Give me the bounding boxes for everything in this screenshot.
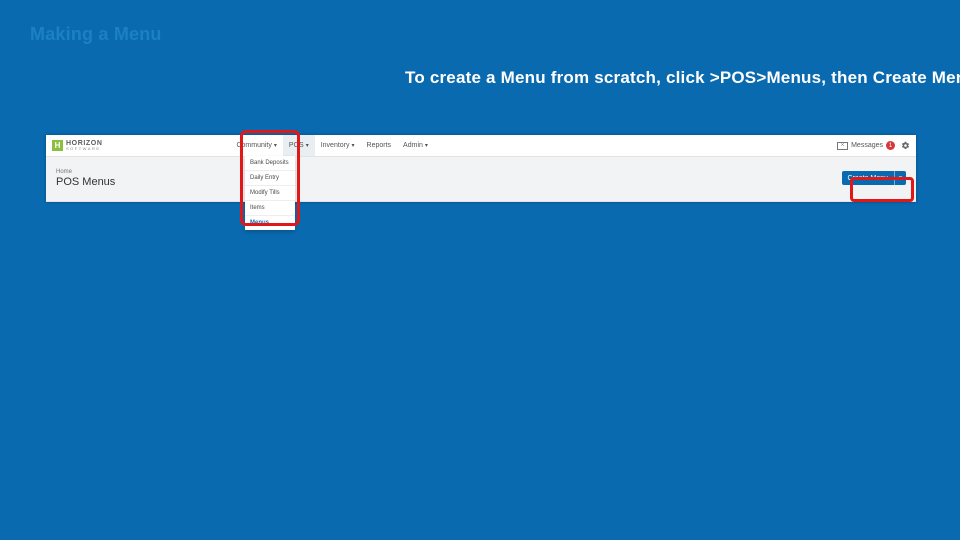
- nav-admin[interactable]: Admin ▾: [397, 135, 434, 156]
- dropdown-modify-tills[interactable]: Modify Tills: [245, 185, 295, 200]
- nav-inventory-label: Inventory: [321, 142, 350, 149]
- logo-sub: SOFTWARE: [66, 147, 102, 151]
- subheader-right: Create Menu ▾: [842, 171, 906, 185]
- nav-inventory[interactable]: Inventory ▾: [315, 135, 361, 156]
- nav-pos-label: POS: [289, 142, 304, 149]
- primary-nav: Community ▾ POS ▾ Inventory ▾ Reports Ad…: [230, 135, 433, 156]
- nav-admin-label: Admin: [403, 142, 423, 149]
- messages-badge: 1: [886, 141, 895, 150]
- create-menu-label: Create Menu: [842, 171, 894, 185]
- pos-dropdown: Bank Deposits Daily Entry Modify Tills I…: [245, 156, 295, 230]
- nav-reports-label: Reports: [367, 142, 392, 149]
- dropdown-daily-entry[interactable]: Daily Entry: [245, 170, 295, 185]
- envelope-icon: [837, 142, 848, 150]
- nav-pos[interactable]: POS ▾: [283, 135, 315, 156]
- create-menu-button[interactable]: Create Menu ▾: [842, 171, 906, 185]
- nav-community[interactable]: Community ▾: [230, 135, 282, 156]
- nav-community-label: Community: [236, 142, 271, 149]
- create-menu-dropdown-toggle[interactable]: ▾: [894, 171, 906, 185]
- dropdown-bank-deposits[interactable]: Bank Deposits: [245, 156, 295, 170]
- chevron-down-icon: ▾: [306, 142, 309, 149]
- messages-link[interactable]: Messages 1: [837, 141, 895, 150]
- brand-logo[interactable]: H HORIZON SOFTWARE: [46, 140, 110, 151]
- topbar: H HORIZON SOFTWARE Community ▾ POS ▾ Inv…: [46, 135, 916, 157]
- topbar-right: Messages 1: [837, 141, 916, 150]
- nav-reports[interactable]: Reports: [361, 135, 398, 156]
- app-screenshot: H HORIZON SOFTWARE Community ▾ POS ▾ Inv…: [46, 135, 916, 202]
- chevron-down-icon: ▾: [274, 142, 277, 149]
- page-subheader: Home POS Menus Create Menu ▾: [46, 157, 916, 202]
- slide-title: Making a Menu: [30, 24, 162, 45]
- gear-icon[interactable]: [901, 141, 910, 150]
- chevron-down-icon: ▾: [425, 142, 428, 149]
- dropdown-items[interactable]: Items: [245, 200, 295, 215]
- slide: Making a Menu To create a Menu from scra…: [0, 0, 960, 540]
- subheader-left: Home POS Menus: [56, 169, 115, 188]
- slide-instruction: To create a Menu from scratch, click >PO…: [405, 68, 960, 88]
- logo-mark: H: [52, 140, 63, 151]
- breadcrumb[interactable]: Home: [56, 169, 115, 175]
- dropdown-menus[interactable]: Menus: [245, 215, 295, 230]
- messages-label: Messages: [851, 142, 883, 149]
- page-title: POS Menus: [56, 176, 115, 188]
- chevron-down-icon: ▾: [899, 174, 903, 182]
- chevron-down-icon: ▾: [352, 142, 355, 149]
